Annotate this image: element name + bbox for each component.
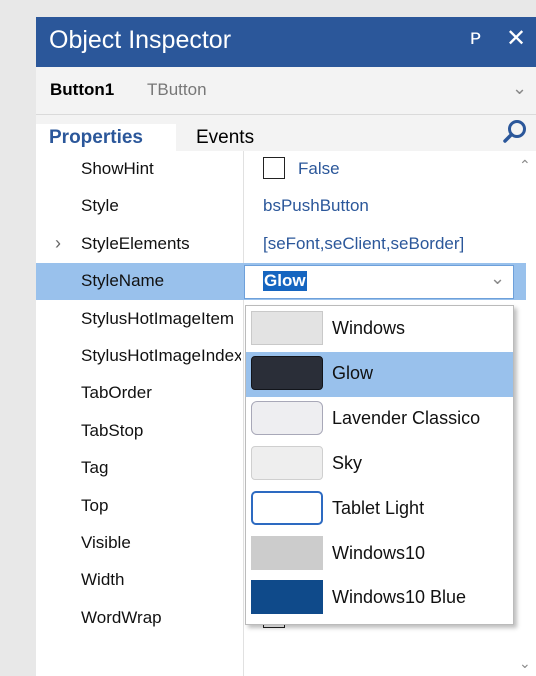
tab-bar: Properties Events (36, 115, 536, 151)
checkbox[interactable] (263, 157, 285, 179)
property-name: StylusHotImageItem (81, 308, 235, 328)
style-preview-swatch (251, 445, 323, 480)
property-name: StylusHotImageIndex (81, 346, 241, 365)
tab-events[interactable]: Events (196, 127, 254, 149)
style-option-sky[interactable]: Sky (246, 442, 513, 487)
style-preview-swatch (251, 535, 323, 570)
style-option-tablet[interactable]: Tablet Light (246, 487, 513, 532)
close-icon[interactable]: ✕ (506, 24, 526, 53)
style-option-glow[interactable]: Glow (246, 351, 513, 397)
property-name: StyleName (81, 271, 165, 291)
property-value[interactable]: bsPushButton (263, 196, 523, 216)
style-option-lavender[interactable]: Lavender Classico (246, 397, 513, 442)
property-name: WordWrap (81, 607, 162, 627)
style-option-label: Sky (332, 452, 363, 473)
title-bar: Object Inspector ᴩ ✕ (36, 17, 536, 67)
property-name: StyleElements (81, 233, 190, 253)
style-option-windows[interactable]: Windows (246, 307, 513, 352)
style-preview-swatch (251, 490, 323, 525)
property-name: Width (81, 570, 125, 590)
pin-icon[interactable]: ᴩ (470, 26, 481, 50)
style-option-label: Windows10 (332, 542, 426, 563)
style-preview-swatch (251, 355, 323, 390)
property-row-stylename[interactable]: StyleName Glow ⌄ (36, 263, 526, 301)
style-preview-swatch (251, 311, 323, 345)
chevron-right-icon[interactable]: › (55, 233, 61, 254)
chevron-down-icon[interactable]: ⌄ (512, 78, 527, 99)
window-title: Object Inspector (49, 26, 232, 54)
property-value[interactable]: [seFont,seClient,seBorder] (263, 234, 523, 254)
stylename-combo[interactable]: Glow ⌄ (244, 265, 514, 300)
chevron-down-icon[interactable]: ⌄ (490, 268, 505, 289)
style-preview-swatch (251, 400, 323, 435)
tab-properties-label: Properties (49, 127, 143, 148)
scroll-down-icon[interactable]: ⌄ (519, 655, 531, 672)
style-option-label: Windows10 Blue (332, 587, 467, 608)
property-name: ShowHint (81, 159, 154, 178)
property-name: Visible (81, 533, 131, 552)
style-option-win10blue[interactable]: Windows10 Blue (246, 576, 513, 621)
property-row-showhint[interactable]: ShowHint False (36, 151, 526, 188)
property-name: TabOrder (81, 383, 152, 403)
style-option-label: Lavender Classico (332, 407, 481, 428)
object-type: TButton (147, 80, 207, 99)
stylename-dropdown-list: Windows Glow Lavender Classico Sky Tablet Li… (245, 305, 514, 625)
search-icon[interactable] (502, 119, 528, 145)
tab-properties[interactable]: Properties (36, 124, 176, 151)
property-name: TabStop (81, 420, 144, 440)
property-name: Top (81, 495, 109, 515)
style-option-label: Tablet Light (332, 497, 425, 518)
style-option-label: Windows (332, 318, 406, 338)
property-row-styleelements[interactable]: › StyleElements [seFont,seClient,seBorder] (36, 226, 526, 263)
property-value: False (298, 159, 340, 178)
style-option-label: Glow (332, 362, 374, 383)
object-selector[interactable]: Button1 TButton ⌄ (36, 67, 536, 115)
combo-value[interactable]: Glow (263, 271, 307, 292)
object-name: Button1 (50, 80, 115, 99)
property-name: Tag (81, 458, 109, 478)
property-row-style[interactable]: Style bsPushButton (36, 188, 526, 225)
style-preview-swatch (251, 580, 323, 615)
style-option-win10[interactable]: Windows10 (246, 532, 513, 577)
property-name: Style (81, 196, 119, 216)
